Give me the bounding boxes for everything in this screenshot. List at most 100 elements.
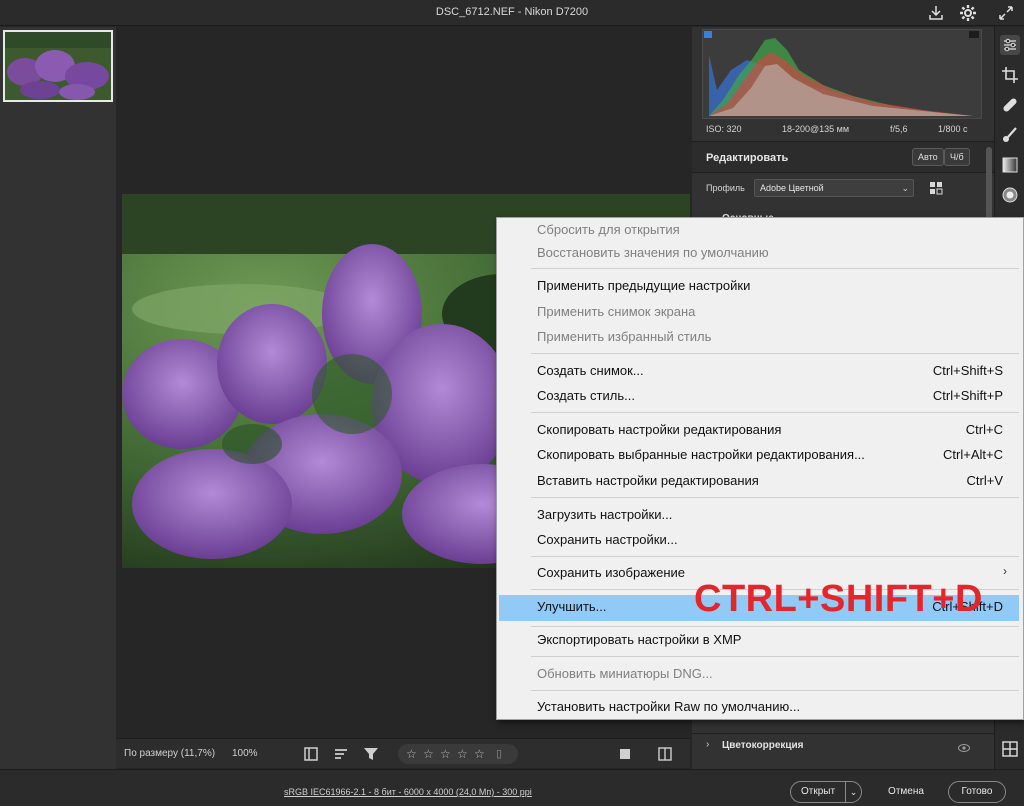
menu-item-shortcut: Ctrl+Alt+C <box>943 447 1003 462</box>
open-button-label: Открыт <box>801 786 836 797</box>
menu-separator <box>531 556 1019 557</box>
menu-item-label: Применить предыдущие настройки <box>537 278 751 293</box>
filmstrip-thumbnail[interactable] <box>3 30 113 102</box>
menu-item-shortcut: Ctrl+Shift+S <box>932 363 1003 378</box>
zoom-fit-dropdown[interactable]: По размеру (11,7%) <box>124 748 215 759</box>
menu-item-label: Применить избранный стиль <box>537 329 712 344</box>
profile-select[interactable]: Adobe Цветной ⌄ <box>754 179 914 197</box>
grid-icon[interactable] <box>1000 739 1020 759</box>
profile-row: Профиль Adobe Цветной ⌄ <box>692 173 994 205</box>
workflow-options-link[interactable]: sRGB IEC61966-2.1 - 8 бит - 6000 x 4000 … <box>284 787 532 797</box>
menu-separator <box>531 268 1019 269</box>
histogram <box>702 29 982 119</box>
menu-item-label: Сохранить изображение <box>537 565 686 580</box>
gear-icon[interactable] <box>958 3 978 23</box>
window-title: DSC_6712.NEF - Nikon D7200 <box>435 6 589 18</box>
menu-item-label: Улучшить... <box>537 599 607 614</box>
menu-item-label: Применить снимок экрана <box>537 304 696 319</box>
menu-item-create-snapshot[interactable]: Создать снимок... Ctrl+Shift+S <box>499 359 1019 383</box>
menu-item-label: Вставить настройки редактирования <box>537 473 759 488</box>
fullscreen-icon[interactable] <box>996 3 1016 23</box>
lens-value: 18-200@135 мм <box>782 124 850 134</box>
filmstrip <box>0 27 116 769</box>
menu-separator <box>531 497 1019 498</box>
menu-item-apply-favorite-style[interactable]: Применить избранный стиль <box>499 325 1019 349</box>
menu-item-label: Восстановить значения по умолчанию <box>537 245 769 260</box>
done-button[interactable]: Готово <box>948 781 1006 803</box>
filmstrip-toggle-icon[interactable] <box>302 745 320 763</box>
footer-bar: sRGB IEC61966-2.1 - 8 бит - 6000 x 4000 … <box>0 769 1024 806</box>
auto-button[interactable]: Авто <box>912 148 944 166</box>
chevron-right-icon: › <box>706 739 710 750</box>
menu-separator <box>531 412 1019 413</box>
section-color-grading[interactable]: › Цветокоррекция <box>692 733 994 759</box>
crop-icon[interactable] <box>1000 65 1020 85</box>
menu-item-label: Сбросить для открытия <box>537 222 680 237</box>
sort-icon[interactable] <box>332 745 350 763</box>
gradient-icon[interactable] <box>1000 155 1020 175</box>
chevron-down-icon: ⌄ <box>901 183 909 193</box>
bw-button[interactable]: Ч/б <box>944 148 970 166</box>
edit-header: Редактировать Авто Ч/б <box>692 141 994 173</box>
filter-icon[interactable] <box>362 745 380 763</box>
menu-item-label: Обновить миниатюры DNG... <box>537 666 713 681</box>
camera-raw-window: DSC_6712.NEF - Nikon D7200 По размеру (1… <box>0 0 1024 806</box>
before-after-icon[interactable] <box>616 745 634 763</box>
menu-item-label: Создать стиль... <box>537 388 635 403</box>
menu-item-label: Сохранить настройки... <box>537 532 678 547</box>
menu-item-restore-defaults[interactable]: Восстановить значения по умолчанию <box>499 241 1019 265</box>
section-color-label: Цветокоррекция <box>722 740 804 751</box>
context-menu: Сбросить для открытия Восстановить значе… <box>496 217 1024 720</box>
menu-item-apply-snapshot[interactable]: Применить снимок экрана <box>499 300 1019 324</box>
star-icon[interactable]: ☆ <box>440 747 451 761</box>
menu-item-label: Скопировать выбранные настройки редактир… <box>537 447 865 462</box>
open-button[interactable]: Открыт ⌄ <box>790 781 862 803</box>
menu-item-shortcut: Ctrl+C <box>965 422 1003 437</box>
menu-item-shortcut: Ctrl+Shift+P <box>932 388 1003 403</box>
menu-item-apply-previous[interactable]: Применить предыдущие настройки <box>499 274 1019 298</box>
shortcut-annotation: CTRL+SHIFT+D <box>694 578 983 620</box>
menu-separator <box>531 626 1019 627</box>
menu-item-update-dng-previews[interactable]: Обновить миниатюры DNG... <box>499 662 1019 686</box>
chevron-right-icon: › <box>1003 564 1007 578</box>
menu-separator <box>531 690 1019 691</box>
iso-value: ISO: 320 <box>706 124 742 134</box>
rating-stars[interactable]: ☆ ☆ ☆ ☆ ☆ ▯ <box>398 744 518 764</box>
profile-value: Adobe Цветной <box>760 183 824 193</box>
menu-item-shortcut: Ctrl+V <box>966 473 1003 488</box>
menu-item-load-settings[interactable]: Загрузить настройки... <box>499 503 1019 527</box>
exif-info: ISO: 320 18-200@135 мм f/5,6 1/800 с <box>702 124 982 138</box>
menu-item-reset-open[interactable]: Сбросить для открытия <box>499 218 1019 242</box>
star-icon[interactable]: ☆ <box>423 747 434 761</box>
menu-item-label: Экспортировать настройки в XMP <box>537 632 742 647</box>
star-icon[interactable]: ☆ <box>474 747 485 761</box>
menu-item-copy-selected-settings[interactable]: Скопировать выбранные настройки редактир… <box>499 443 1019 467</box>
menu-item-create-style[interactable]: Создать стиль... Ctrl+Shift+P <box>499 384 1019 408</box>
star-icon[interactable]: ☆ <box>406 747 417 761</box>
view-toolbar: По размеру (11,7%) 100% ☆ ☆ ☆ ☆ ☆ ▯ <box>116 738 690 768</box>
title-bar: DSC_6712.NEF - Nikon D7200 <box>0 0 1024 26</box>
profile-browser-icon[interactable] <box>928 180 944 196</box>
chevron-down-icon[interactable]: ⌄ <box>845 782 861 802</box>
edit-title: Редактировать <box>706 152 789 164</box>
menu-item-export-xmp[interactable]: Экспортировать настройки в XMP <box>499 628 1019 652</box>
save-icon[interactable] <box>926 3 946 23</box>
compare-view-icon[interactable] <box>656 745 674 763</box>
menu-item-save-settings[interactable]: Сохранить настройки... <box>499 528 1019 552</box>
eye-icon[interactable] <box>958 740 970 752</box>
zoom-percent-dropdown[interactable]: 100% <box>232 748 258 759</box>
cancel-button[interactable]: Отмена <box>874 781 938 803</box>
menu-item-copy-settings[interactable]: Скопировать настройки редактирования Ctr… <box>499 418 1019 442</box>
healing-icon[interactable] <box>1000 95 1020 115</box>
menu-item-paste-settings[interactable]: Вставить настройки редактирования Ctrl+V <box>499 469 1019 493</box>
profile-label: Профиль <box>706 183 745 193</box>
edit-sliders-icon[interactable] <box>1000 35 1020 55</box>
menu-item-label: Загрузить настройки... <box>537 507 673 522</box>
trash-icon[interactable]: ▯ <box>496 747 502 760</box>
star-icon[interactable]: ☆ <box>457 747 468 761</box>
menu-separator <box>531 656 1019 657</box>
radial-icon[interactable] <box>1000 185 1020 205</box>
menu-item-set-raw-defaults[interactable]: Установить настройки Raw по умолчанию... <box>499 695 1019 719</box>
brush-icon[interactable] <box>1000 125 1020 145</box>
menu-item-label: Создать снимок... <box>537 363 644 378</box>
